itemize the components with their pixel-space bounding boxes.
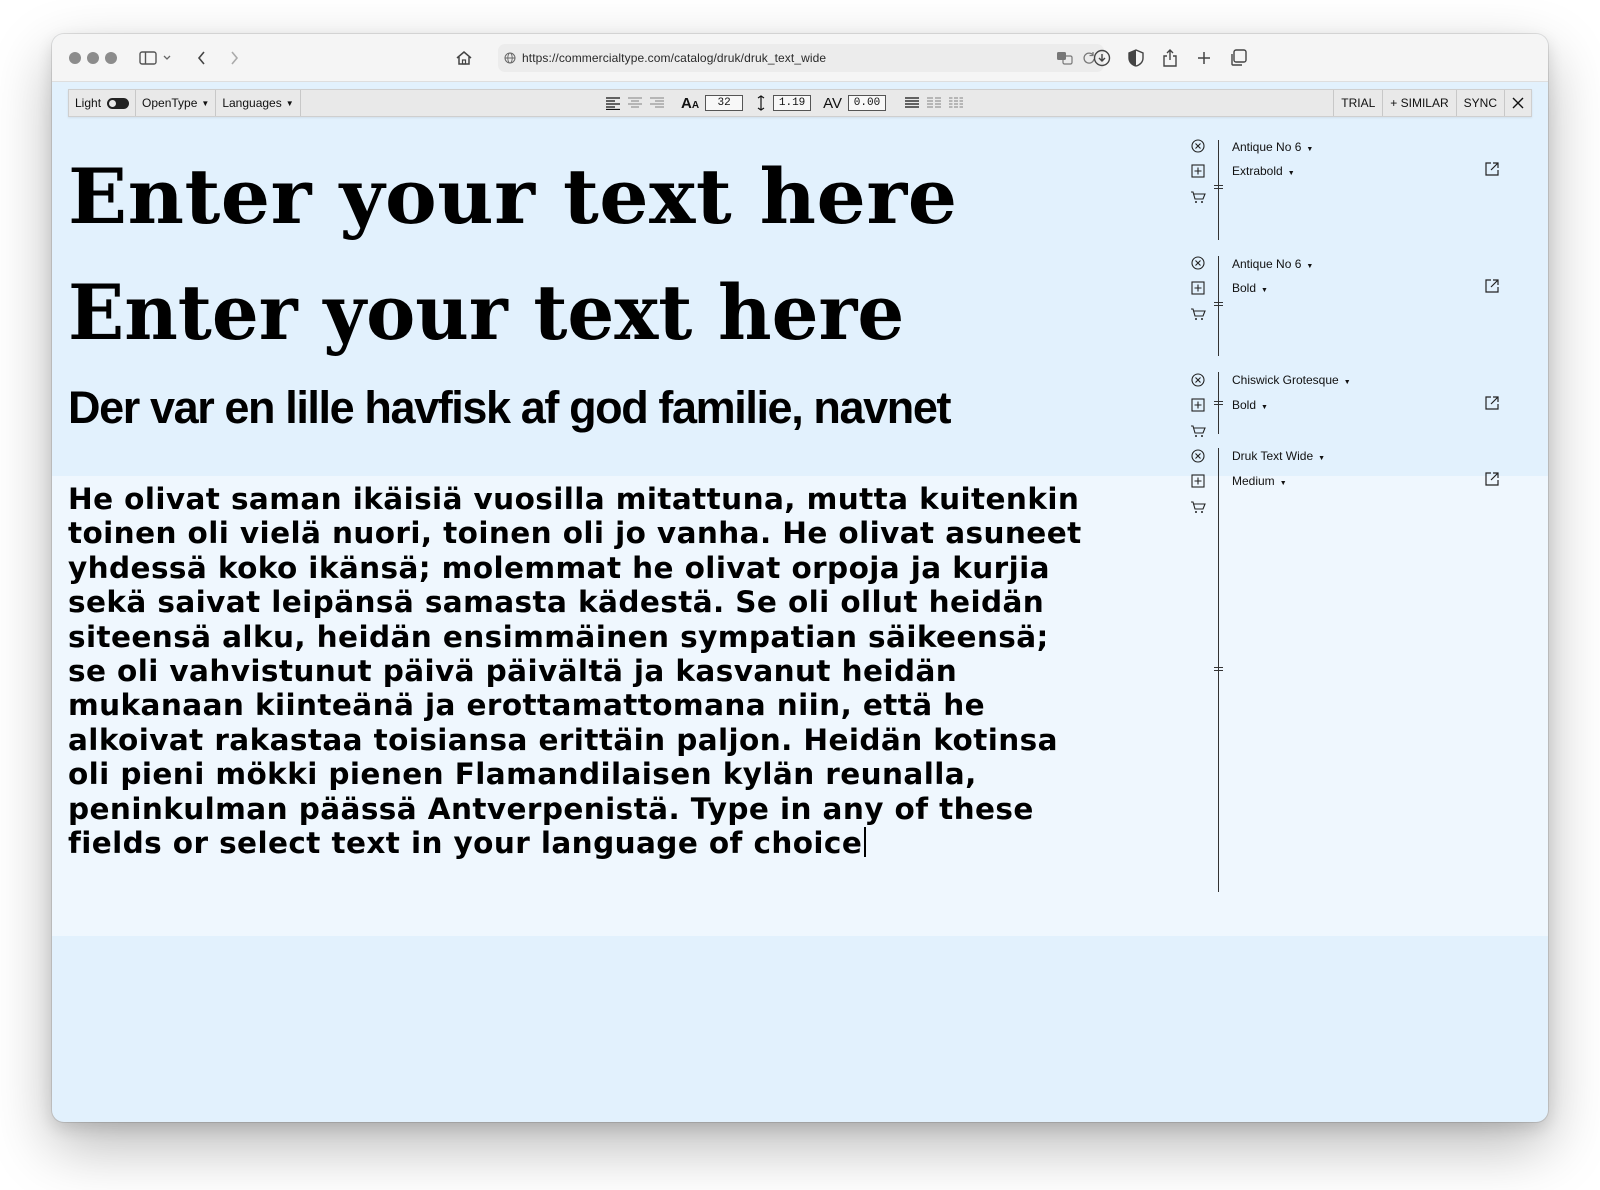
remove-sample-icon[interactable]: [1190, 448, 1206, 464]
align-left-icon[interactable]: [605, 96, 621, 110]
chevron-down-icon: ▼: [1306, 263, 1314, 270]
font-style-select[interactable]: Bold ▼: [1232, 398, 1268, 412]
light-mode-label: Light: [75, 96, 102, 110]
sample-line-antique-bold[interactable]: Enter your text here: [68, 268, 904, 357]
light-mode-toggle[interactable]: Light: [69, 90, 137, 116]
paragraph-text: He olivat saman ikäisiä vuosilla mitattu…: [68, 482, 1082, 861]
resize-handle-icon[interactable]: [1214, 401, 1223, 405]
close-window-dot-icon[interactable]: [69, 52, 81, 64]
minimize-window-dot-icon[interactable]: [87, 52, 99, 64]
opentype-label: OpenType: [142, 96, 198, 110]
privacy-shield-icon[interactable]: [1124, 46, 1148, 70]
chevron-down-icon: ▼: [1261, 287, 1268, 294]
resize-handle-icon[interactable]: [1214, 302, 1223, 306]
cart-icon[interactable]: [1190, 499, 1206, 515]
font-family-select[interactable]: Druk Text Wide ▼: [1232, 449, 1325, 463]
external-link-icon[interactable]: [1484, 471, 1500, 487]
chevron-down-icon: ▼: [285, 98, 294, 108]
font-family-select[interactable]: Chiswick Grotesque ▼: [1232, 373, 1351, 387]
font-family-select[interactable]: Antique No 6 ▼: [1232, 257, 1313, 271]
font-family-select[interactable]: Antique No 6 ▼: [1232, 140, 1313, 154]
opentype-menu-button[interactable]: OpenType ▼: [136, 90, 217, 116]
sample-line-chiswick-bold[interactable]: Der var en lille havfisk af god familie,…: [68, 382, 951, 434]
languages-label: Languages: [222, 96, 282, 110]
chevron-down-icon: ▼: [1287, 170, 1295, 177]
font-style-select[interactable]: Extrabold ▼: [1232, 164, 1295, 178]
external-link-icon[interactable]: [1484, 395, 1500, 411]
resize-handle-icon[interactable]: [1214, 185, 1223, 189]
sample-divider-line: [1218, 140, 1219, 240]
home-icon[interactable]: [452, 46, 476, 70]
external-link-icon[interactable]: [1484, 278, 1500, 294]
cart-icon[interactable]: [1190, 306, 1206, 322]
forward-chevron-icon[interactable]: [222, 46, 246, 70]
font-size-input[interactable]: 32: [705, 95, 744, 111]
line-height-icon: [755, 95, 767, 111]
external-link-icon[interactable]: [1484, 161, 1500, 177]
translate-icon[interactable]: [1056, 51, 1074, 65]
new-tab-plus-icon[interactable]: [1192, 46, 1216, 70]
tracking-input[interactable]: 0.00: [847, 95, 886, 111]
tab-overview-icon[interactable]: [1226, 46, 1250, 70]
toggle-switch-icon: [107, 97, 130, 109]
browser-window: https://commercialtype.com/catalog/druk/…: [52, 34, 1548, 1122]
layout-three-column-icon[interactable]: [948, 96, 964, 110]
sidebar-toggle-icon[interactable]: [136, 46, 160, 70]
back-chevron-icon[interactable]: [190, 46, 214, 70]
layout-single-column-icon[interactable]: [904, 96, 920, 110]
toolbar-actions: TRIAL + SIMILAR SYNC: [1333, 90, 1531, 116]
address-bar[interactable]: https://commercialtype.com/catalog/druk/…: [498, 44, 1104, 72]
cart-icon[interactable]: [1190, 423, 1206, 439]
zoom-window-dot-icon[interactable]: [105, 52, 117, 64]
chevron-down-icon: ▼: [1343, 379, 1351, 386]
languages-menu-button[interactable]: Languages ▼: [216, 90, 301, 116]
cart-icon[interactable]: [1190, 189, 1206, 205]
chevron-down-icon: ▼: [1279, 480, 1287, 487]
align-right-icon[interactable]: [649, 96, 665, 110]
line-height-input[interactable]: 1.19: [773, 95, 812, 111]
text-cursor: [864, 827, 866, 858]
trial-button[interactable]: TRIAL: [1333, 90, 1382, 116]
remove-sample-icon[interactable]: [1190, 138, 1206, 154]
url-text: https://commercialtype.com/catalog/druk/…: [522, 51, 827, 65]
type-tester-toolbar: Light OpenType ▼ Languages ▼ AA 32 1.19 …: [68, 89, 1532, 117]
downloads-icon[interactable]: [1090, 46, 1114, 70]
tracking-icon: AV: [823, 94, 842, 112]
font-style-select[interactable]: Bold ▼: [1232, 281, 1268, 295]
chevron-down-icon: ▼: [1318, 455, 1326, 462]
close-tester-icon[interactable]: [1504, 90, 1531, 116]
add-sample-icon[interactable]: [1190, 473, 1206, 489]
align-center-icon[interactable]: [627, 96, 643, 110]
text-settings-group: AA 32 1.19 AV 0.00: [605, 90, 964, 116]
globe-icon: [504, 52, 516, 64]
share-icon[interactable]: [1158, 46, 1182, 70]
sidebar-menu-chevron-down-icon[interactable]: [160, 46, 174, 70]
sample-divider-line: [1218, 256, 1219, 356]
browser-titlebar: https://commercialtype.com/catalog/druk/…: [52, 34, 1548, 82]
font-size-icon: AA: [681, 94, 700, 112]
sample-line-antique-extrabold[interactable]: Enter your text here: [68, 152, 958, 241]
font-style-select[interactable]: Medium ▼: [1232, 474, 1287, 488]
chevron-down-icon: ▼: [201, 98, 210, 108]
sample-paragraph-druk-text-wide[interactable]: He olivat saman ikäisiä vuosilla mitattu…: [68, 482, 1168, 860]
sync-button[interactable]: SYNC: [1455, 90, 1504, 116]
add-sample-icon[interactable]: [1190, 280, 1206, 296]
similar-button[interactable]: + SIMILAR: [1382, 90, 1455, 116]
resize-handle-icon[interactable]: [1214, 667, 1223, 671]
remove-sample-icon[interactable]: [1190, 372, 1206, 388]
remove-sample-icon[interactable]: [1190, 255, 1206, 271]
add-sample-icon[interactable]: [1190, 397, 1206, 413]
chevron-down-icon: ▼: [1261, 404, 1268, 411]
layout-two-column-icon[interactable]: [926, 96, 942, 110]
chevron-down-icon: ▼: [1306, 146, 1314, 153]
add-sample-icon[interactable]: [1190, 163, 1206, 179]
